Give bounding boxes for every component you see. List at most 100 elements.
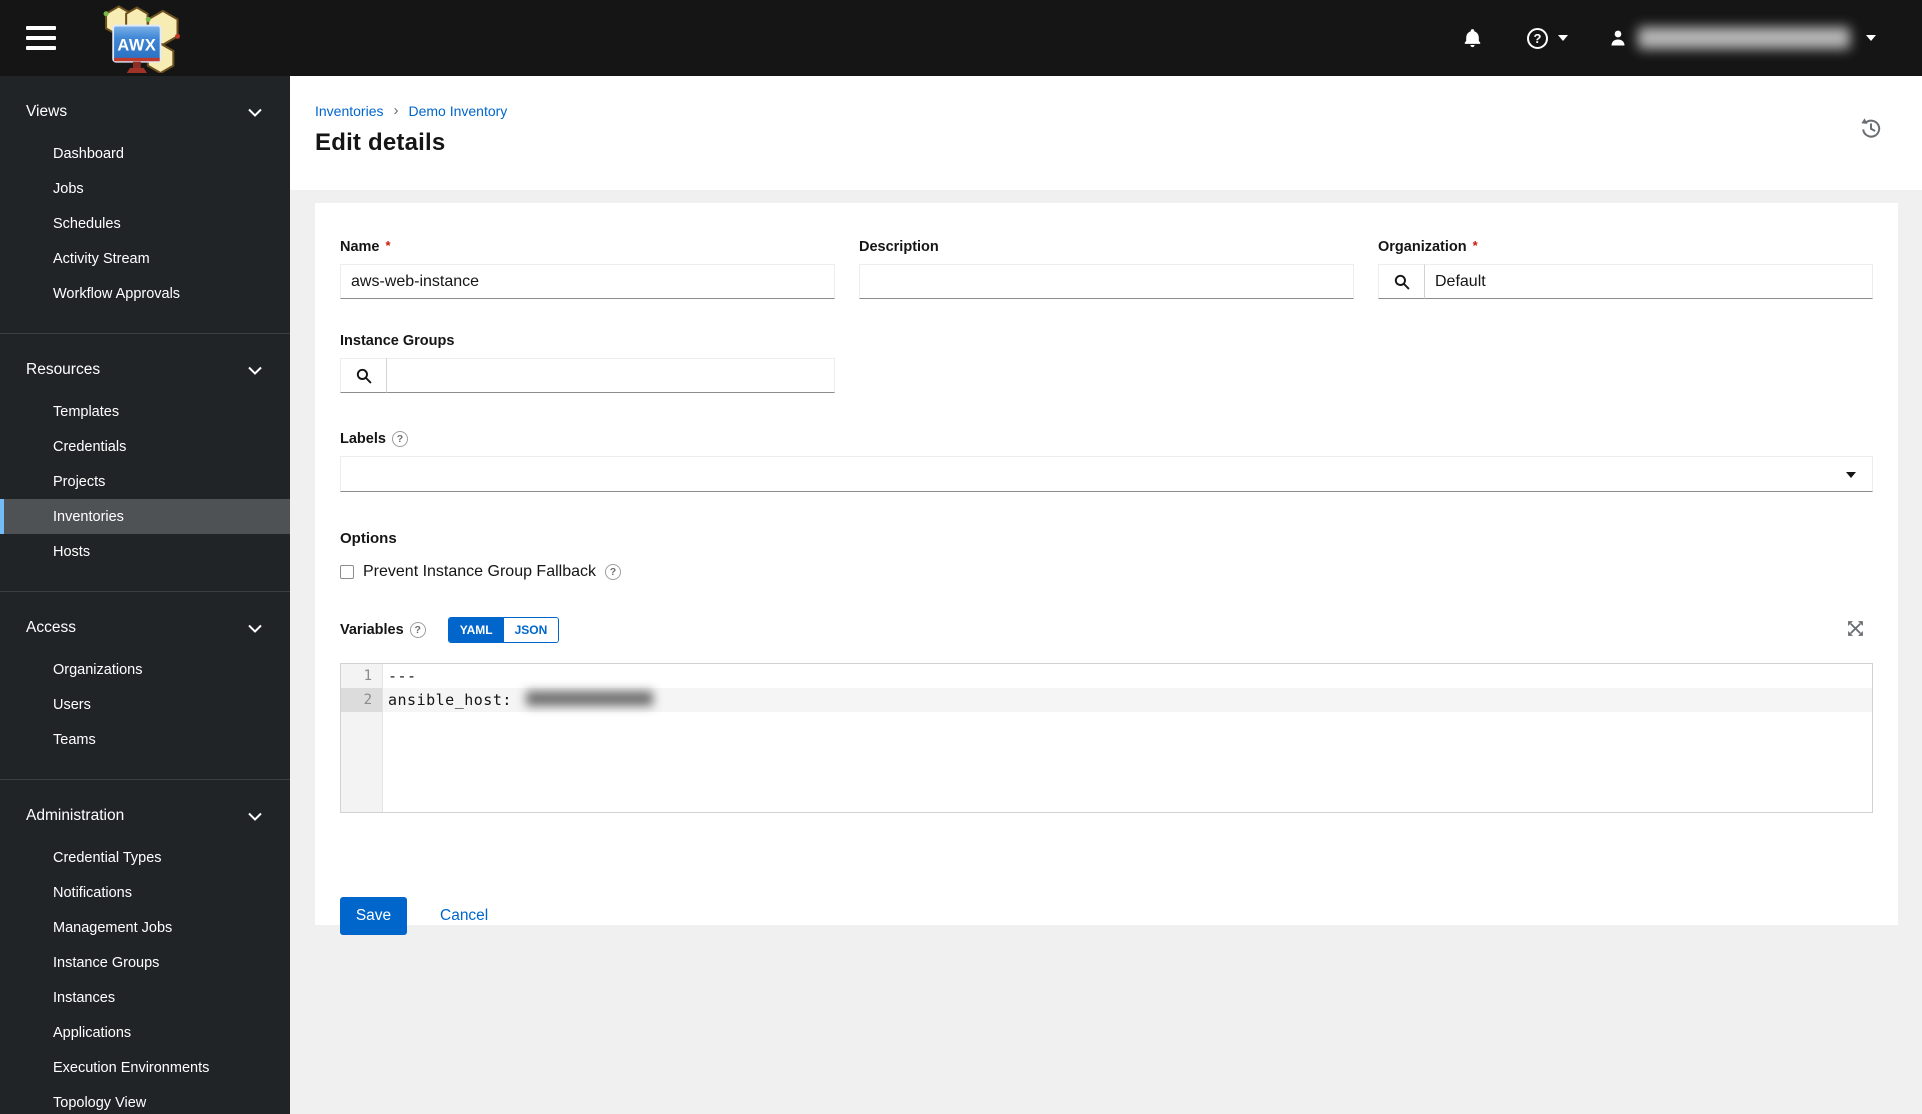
variables-label: Variables ? <box>340 622 426 638</box>
variables-help-icon[interactable]: ? <box>409 622 426 638</box>
section-label: Access <box>26 619 76 636</box>
labels-help-icon[interactable]: ? <box>391 431 408 447</box>
username-redacted <box>1638 27 1850 49</box>
chevron-down-icon <box>248 366 262 375</box>
sidebar-item-templates[interactable]: Templates <box>0 394 290 429</box>
sidebar-item-hosts[interactable]: Hosts <box>0 534 290 569</box>
sidebar-section-resources-header[interactable]: Resources <box>0 356 290 382</box>
chevron-down-icon <box>1866 35 1876 41</box>
sidebar-section-views-header[interactable]: Views <box>0 98 290 124</box>
editor-code-pane[interactable]: --- ansible_host: <box>383 664 1872 812</box>
code-line: ansible_host: <box>383 688 1872 712</box>
editor-gutter: 1 2 <box>341 664 383 812</box>
sidebar-item-credentials[interactable]: Credentials <box>0 429 290 464</box>
line-number: 1 <box>363 668 372 684</box>
code-line: --- <box>388 667 417 685</box>
description-input[interactable] <box>859 264 1354 299</box>
sidebar-section-access-header[interactable]: Access <box>0 614 290 640</box>
instance-groups-label: Instance Groups <box>340 333 455 349</box>
content-body: Name* Description Organization* <box>290 190 1922 1114</box>
svg-text:AWX: AWX <box>117 36 156 54</box>
sidebar-item-applications[interactable]: Applications <box>0 1015 290 1050</box>
sidebar-item-notifications[interactable]: Notifications <box>0 875 290 910</box>
user-icon <box>1611 30 1625 46</box>
variables-format-toggle: YAML JSON <box>447 617 560 643</box>
masthead-toolbar: ? <box>1462 0 1876 76</box>
sidebar-item-management-jobs[interactable]: Management Jobs <box>0 910 290 945</box>
sidebar-item-inventories[interactable]: Inventories <box>0 499 290 534</box>
sidebar-item-workflow-approvals[interactable]: Workflow Approvals <box>0 276 290 311</box>
required-asterisk: * <box>1472 237 1478 253</box>
sidebar-item-activity-stream[interactable]: Activity Stream <box>0 241 290 276</box>
labels-select[interactable] <box>340 456 1873 492</box>
instance-groups-lookup-button[interactable] <box>340 358 387 393</box>
hamburger-menu-button[interactable] <box>24 25 58 51</box>
notifications-bell-button[interactable] <box>1462 27 1483 49</box>
line-number: 2 <box>341 688 382 712</box>
sidebar-section-access: Access Organizations Users Teams <box>0 591 290 769</box>
awx-logo[interactable]: AWX <box>90 3 186 73</box>
sidebar-item-topology-view[interactable]: Topology View <box>0 1085 290 1114</box>
chevron-down-icon <box>248 812 262 821</box>
expand-arrows-icon <box>1848 621 1863 636</box>
instance-groups-input[interactable] <box>387 358 835 393</box>
sidebar-section-resources: Resources Templates Credentials Projects… <box>0 333 290 581</box>
sidebar-section-administration-header[interactable]: Administration <box>0 802 290 828</box>
fallback-help-icon[interactable]: ? <box>605 564 622 580</box>
sidebar-item-instance-groups[interactable]: Instance Groups <box>0 945 290 980</box>
sidebar-item-instances[interactable]: Instances <box>0 980 290 1015</box>
breadcrumb-link-inventories[interactable]: Inventories <box>315 103 383 119</box>
user-menu-button[interactable] <box>1608 27 1876 49</box>
save-button[interactable]: Save <box>340 897 407 935</box>
instance-groups-field-group: Instance Groups <box>340 333 835 393</box>
chevron-down-icon <box>248 108 262 117</box>
breadcrumb-link-demo-inventory[interactable]: Demo Inventory <box>408 103 507 119</box>
awx-logo-image: AWX <box>103 5 180 73</box>
main-content: Inventories › Demo Inventory Edit detail… <box>290 76 1922 1114</box>
description-field-group: Description <box>859 239 1354 299</box>
help-icon: ? <box>1527 27 1548 49</box>
name-label: Name * <box>340 237 391 256</box>
prevent-instance-group-fallback-checkbox[interactable] <box>340 565 354 579</box>
labels-label: Labels ? <box>340 431 1873 447</box>
organization-field-group: Organization * <box>1378 237 1873 299</box>
cancel-button[interactable]: Cancel <box>440 907 488 925</box>
sidebar-item-users[interactable]: Users <box>0 687 290 722</box>
required-asterisk: * <box>385 237 391 253</box>
form-actions: Save Cancel <box>340 897 1873 935</box>
breadcrumb-separator: › <box>393 102 399 119</box>
sidebar-item-organizations[interactable]: Organizations <box>0 652 290 687</box>
description-label: Description <box>859 239 939 255</box>
json-toggle-button[interactable]: JSON <box>503 618 559 642</box>
sidebar-item-credential-types[interactable]: Credential Types <box>0 840 290 875</box>
name-input[interactable] <box>340 264 835 299</box>
variables-code-editor[interactable]: 1 2 --- ansible_host: <box>340 663 1873 813</box>
help-menu-button[interactable]: ? <box>1527 27 1568 49</box>
chevron-down-icon <box>1558 35 1568 41</box>
page-header: Inventories › Demo Inventory Edit detail… <box>290 76 1922 190</box>
sidebar-item-jobs[interactable]: Jobs <box>0 171 290 206</box>
bell-icon <box>1464 29 1481 48</box>
name-field-group: Name * <box>340 237 835 299</box>
sidebar-item-execution-environments[interactable]: Execution Environments <box>0 1050 290 1085</box>
breadcrumb: Inventories › Demo Inventory <box>315 102 1922 119</box>
sidebar-item-schedules[interactable]: Schedules <box>0 206 290 241</box>
sidebar-item-teams[interactable]: Teams <box>0 722 290 757</box>
organization-label: Organization * <box>1378 237 1478 256</box>
section-label: Administration <box>26 807 125 824</box>
expand-editor-button[interactable] <box>1846 619 1865 641</box>
sidebar-item-projects[interactable]: Projects <box>0 464 290 499</box>
activity-history-button[interactable] <box>1858 116 1882 143</box>
organization-lookup-button[interactable] <box>1378 264 1425 299</box>
redacted-ip-value <box>525 691 653 706</box>
search-icon <box>356 368 371 383</box>
labels-field-group: Labels ? <box>340 431 1873 492</box>
sidebar-item-dashboard[interactable]: Dashboard <box>0 136 290 171</box>
options-group: Options Prevent Instance Group Fallback … <box>340 530 1873 581</box>
sidebar-section-administration: Administration Credential Types Notifica… <box>0 779 290 1114</box>
section-label: Views <box>26 103 68 120</box>
organization-input[interactable] <box>1425 264 1873 299</box>
history-icon <box>1861 118 1881 138</box>
yaml-toggle-button[interactable]: YAML <box>448 618 504 642</box>
chevron-down-icon <box>1846 472 1856 478</box>
